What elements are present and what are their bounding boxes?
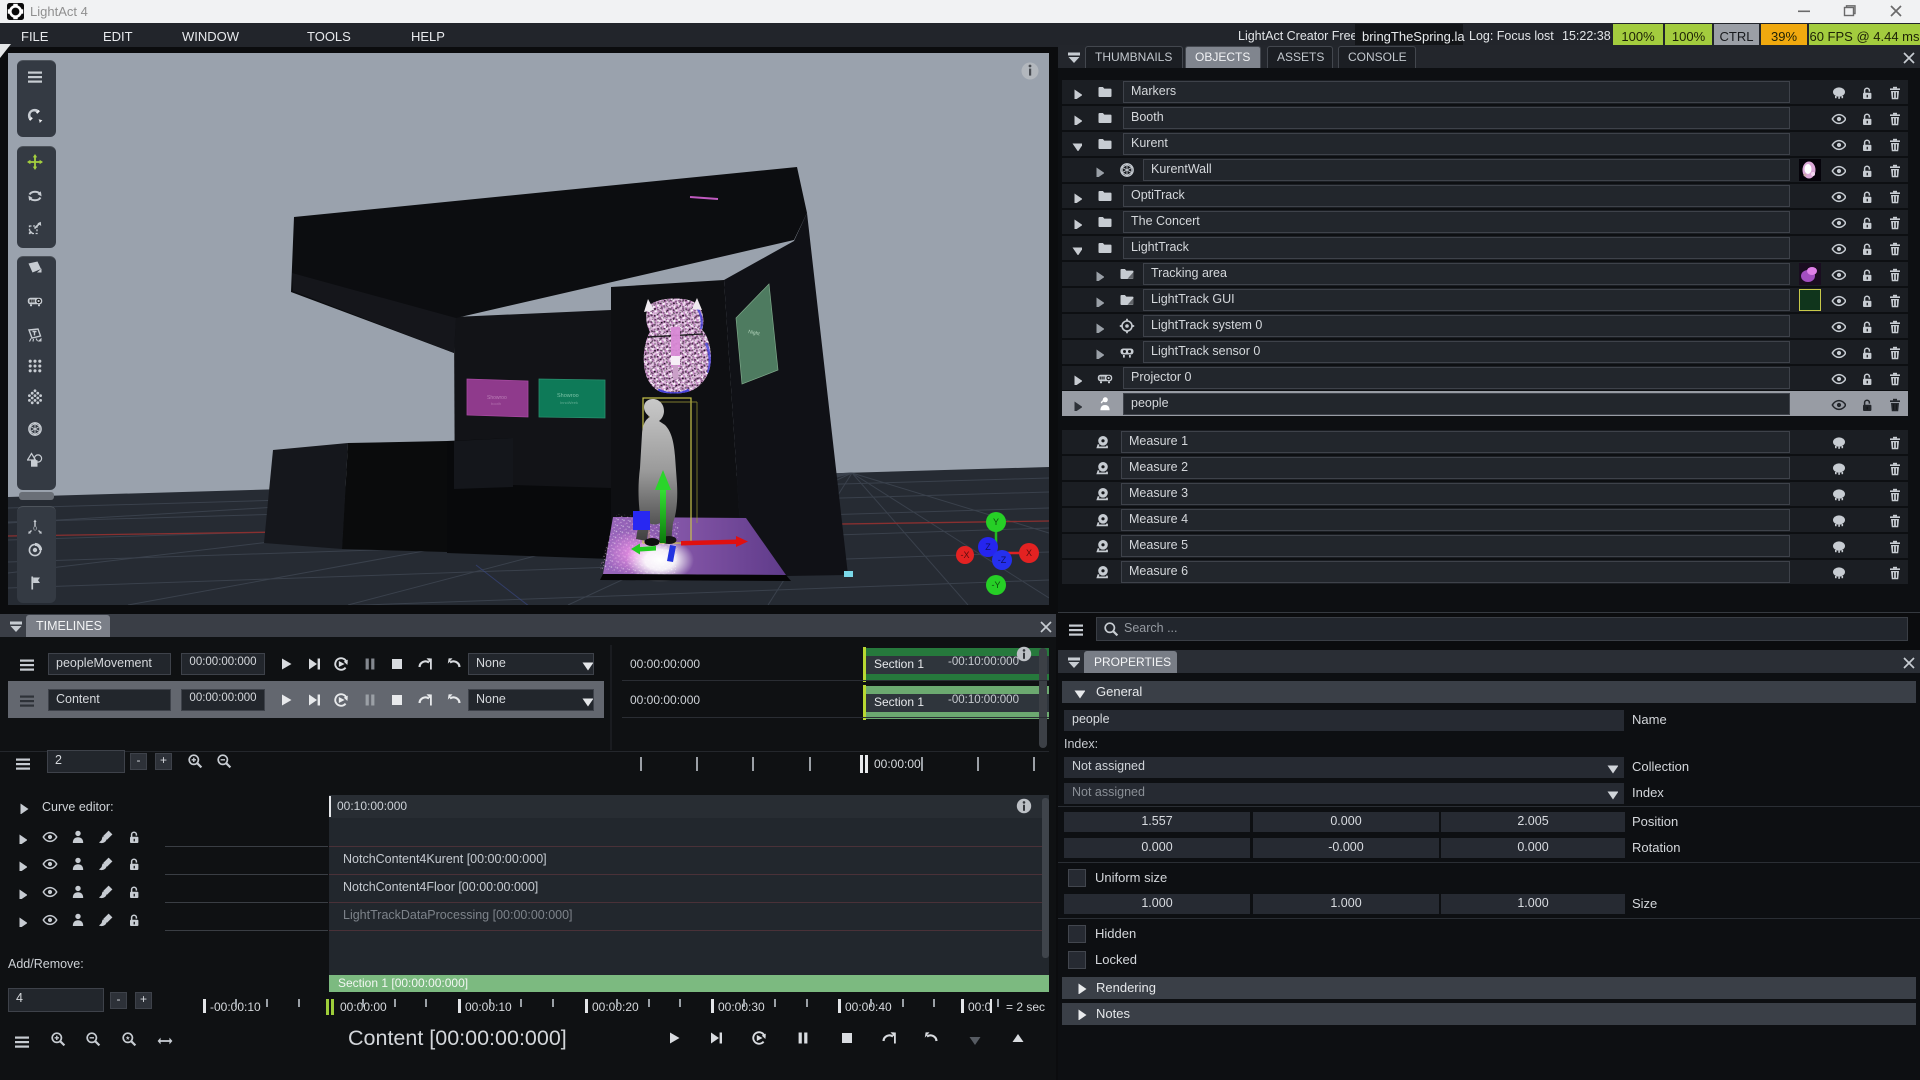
svg-text:-Y: -Y (992, 580, 1001, 590)
svg-text:0: 0 (33, 526, 37, 533)
svg-text:X: X (1026, 548, 1032, 558)
svg-text:Z: Z (985, 542, 991, 552)
svg-text:-Z: -Z (998, 555, 1007, 565)
svg-text:Y: Y (993, 517, 999, 527)
svg-text:InnoWeek: InnoWeek (560, 400, 578, 405)
svg-text:booth: booth (491, 401, 501, 406)
svg-text:-X: -X (961, 550, 970, 560)
svg-text:Showroo: Showroo (557, 393, 579, 399)
